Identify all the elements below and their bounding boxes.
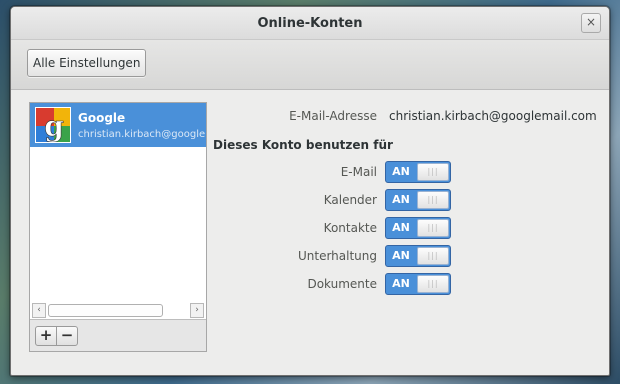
- svg-text:g: g: [44, 110, 64, 143]
- switch-state-label: AN: [392, 221, 410, 234]
- chat-toggle-switch[interactable]: AN |||: [385, 245, 451, 267]
- remove-account-button[interactable]: −: [56, 326, 78, 346]
- switch-state-label: AN: [392, 249, 410, 262]
- switch-grip-icon: |||: [417, 247, 449, 265]
- all-settings-button[interactable]: Alle Einstellungen: [27, 49, 147, 77]
- switch-grip-icon: |||: [417, 163, 449, 181]
- add-account-button[interactable]: +: [35, 326, 57, 346]
- section-title: Dieses Konto benutzen für: [213, 138, 393, 152]
- switch-state-label: AN: [392, 277, 410, 290]
- service-label-contacts: Kontakte: [323, 221, 377, 235]
- scroll-right-icon[interactable]: ›: [190, 303, 204, 318]
- horizontal-scrollbar[interactable]: ‹ ›: [32, 303, 204, 318]
- online-accounts-window: Online-Konten × Alle Einstellungen g Goo…: [10, 6, 610, 376]
- service-label-email: E-Mail: [340, 165, 377, 179]
- scrollbar-thumb[interactable]: [48, 304, 163, 317]
- switch-grip-icon: |||: [417, 275, 449, 293]
- service-label-documents: Dokumente: [307, 277, 377, 291]
- list-toolbar: + −: [30, 319, 206, 351]
- email-address-value: christian.kirbach@googlemail.com: [389, 109, 597, 123]
- account-list-item-google[interactable]: g Google christian.kirbach@googlemail.co…: [30, 103, 206, 147]
- account-email: christian.kirbach@googlemail.com: [78, 129, 206, 140]
- scroll-left-icon[interactable]: ‹: [32, 303, 46, 318]
- switch-grip-icon: |||: [417, 219, 449, 237]
- accounts-list-panel: g Google christian.kirbach@googlemail.co…: [29, 102, 207, 352]
- calendar-toggle-switch[interactable]: AN |||: [385, 189, 451, 211]
- switch-grip-icon: |||: [417, 191, 449, 209]
- email-address-label: E-Mail-Adresse: [289, 109, 377, 123]
- switch-state-label: AN: [392, 193, 410, 206]
- documents-toggle-switch[interactable]: AN |||: [385, 273, 451, 295]
- contacts-toggle-switch[interactable]: AN |||: [385, 217, 451, 239]
- close-icon[interactable]: ×: [581, 13, 601, 33]
- service-label-chat: Unterhaltung: [297, 249, 377, 263]
- window-title: Online-Konten: [257, 16, 363, 31]
- switch-state-label: AN: [392, 165, 410, 178]
- google-logo-icon: g: [35, 107, 71, 143]
- title-bar: Online-Konten ×: [11, 7, 609, 40]
- service-label-calendar: Kalender: [323, 193, 377, 207]
- header-toolbar: Alle Einstellungen: [11, 40, 609, 90]
- email-toggle-switch[interactable]: AN |||: [385, 161, 451, 183]
- account-name: Google: [78, 111, 126, 125]
